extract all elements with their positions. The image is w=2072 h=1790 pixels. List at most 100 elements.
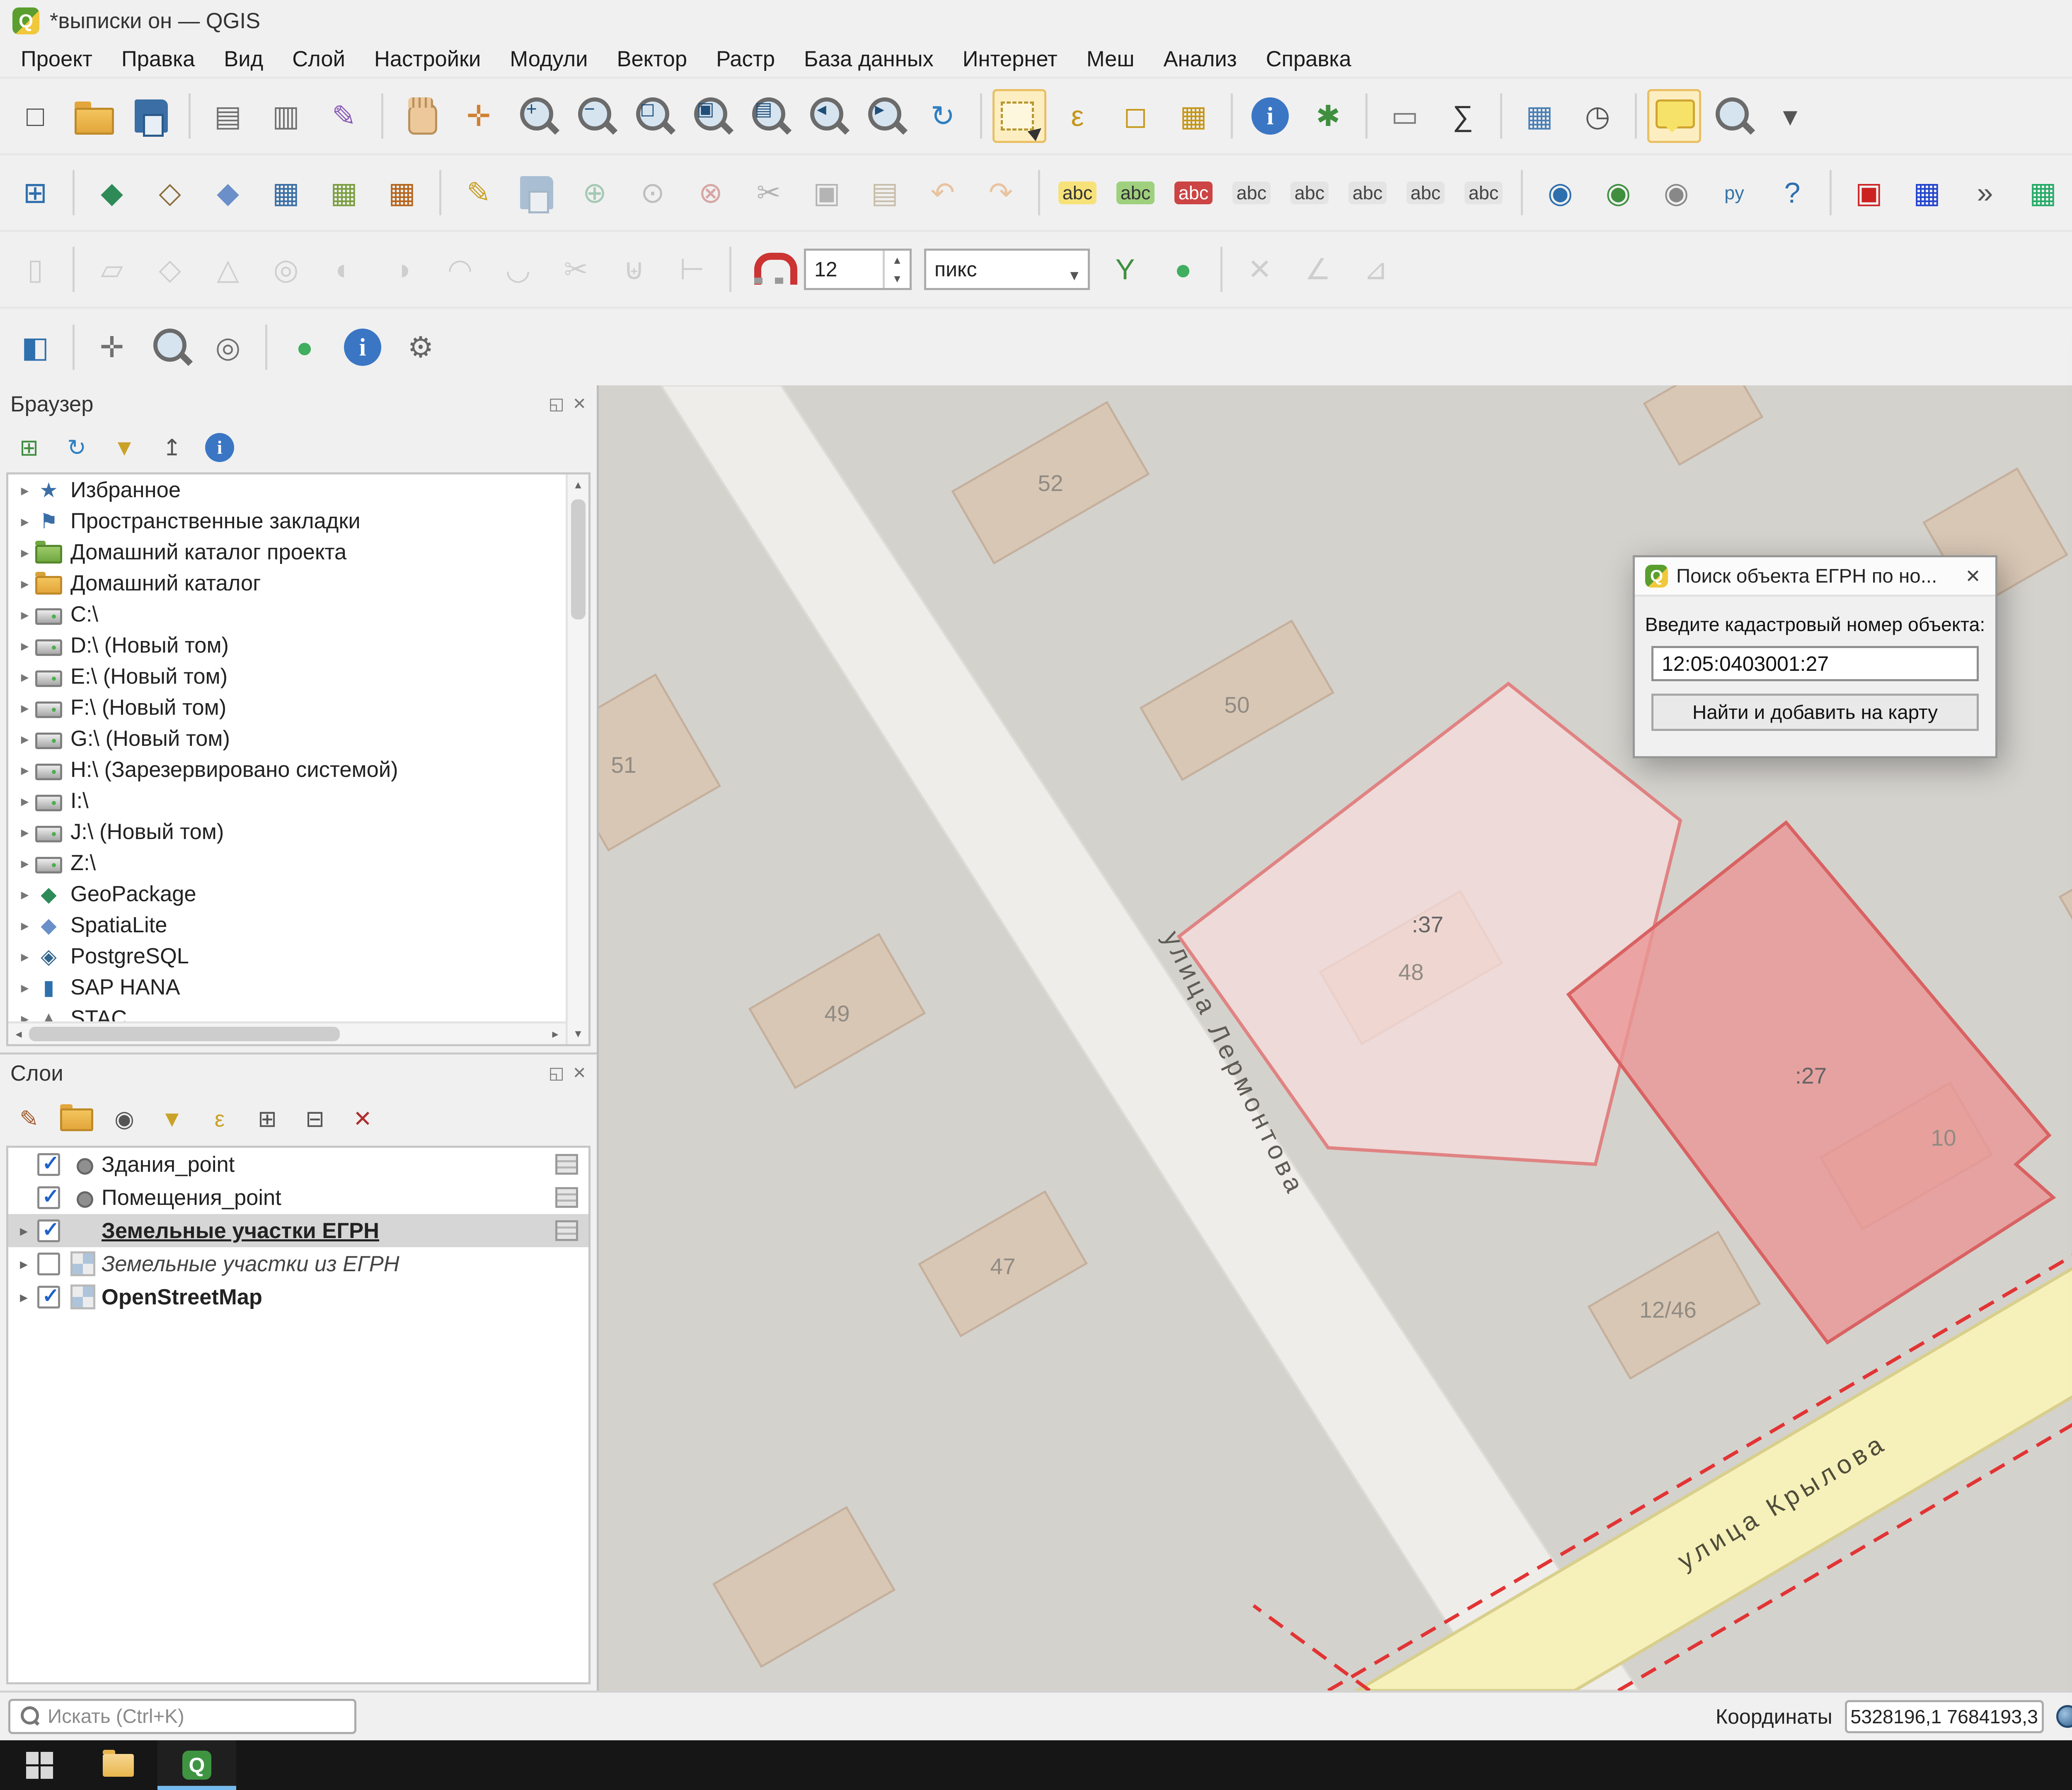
zoom-last-icon[interactable]: ◂	[800, 89, 854, 143]
expand-arrow-icon[interactable]: ▸	[15, 823, 35, 841]
dock-toggle-icon[interactable]: ▯	[8, 242, 62, 296]
dock-panels-icon[interactable]: ◧	[8, 320, 62, 374]
new-mesh-layer-icon[interactable]: ▦	[375, 166, 429, 220]
expand-arrow-icon[interactable]: ▸	[15, 730, 35, 748]
undo-icon[interactable]: ↶	[916, 166, 970, 220]
browser-item-spatial-bookmarks[interactable]: ▸ ⚑ Пространственные закладки	[8, 506, 588, 537]
browser-item-drive-h[interactable]: ▸ H:\ (Зарезервировано системой)	[8, 754, 588, 785]
expand-arrow-icon[interactable]: ▸	[15, 574, 35, 593]
add-part-icon[interactable]: ◐	[317, 242, 371, 296]
layout-manager-icon[interactable]: ▥	[259, 89, 313, 143]
menu-item[interactable]: Справка	[1251, 46, 1366, 72]
new-virtual-layer-icon[interactable]: ▦	[317, 166, 371, 220]
menu-item[interactable]: Модули	[495, 46, 602, 72]
menu-item[interactable]: Растр	[702, 46, 789, 72]
browser-item-drive-i[interactable]: ▸ I:\	[8, 785, 588, 816]
browser-close-icon[interactable]	[572, 394, 586, 414]
new-shapefile-layer-icon[interactable]: ◇	[143, 166, 197, 220]
measure-line-icon[interactable]: ▭	[1378, 89, 1432, 143]
file-explorer-taskbar-icon[interactable]	[79, 1740, 157, 1790]
new-print-layout-icon[interactable]: ▤	[201, 89, 255, 143]
layer-visibility-checkbox[interactable]	[37, 1253, 60, 1275]
menu-item[interactable]: Правка	[107, 46, 209, 72]
browser-item-geopackage[interactable]: ▸ ◆ GeoPackage	[8, 878, 588, 910]
open-layer-styling-icon[interactable]: ✎	[8, 1098, 50, 1139]
add-selected-layers-icon[interactable]: ⊞	[8, 427, 50, 468]
pan-to-feature-icon[interactable]: ✛	[85, 320, 139, 374]
expand-arrow-icon[interactable]: ▸	[15, 636, 35, 655]
digitize-blob-icon[interactable]: ●	[278, 320, 332, 374]
refresh-browser-icon[interactable]: ↻	[56, 427, 97, 468]
snapping-toggle-icon[interactable]	[742, 242, 796, 296]
add-feature-icon[interactable]: ⊕	[568, 166, 622, 220]
metasearch-icon[interactable]: ◉	[1533, 166, 1587, 220]
pan-to-selection-icon[interactable]: ✛	[452, 89, 506, 143]
browser-item-home[interactable]: ▸ Домашний каталог	[8, 568, 588, 599]
filter-legend-icon[interactable]: ▼	[151, 1098, 193, 1139]
layers-close-icon[interactable]	[572, 1064, 586, 1083]
highlight-pinned-labels-icon[interactable]: abc	[1283, 166, 1336, 220]
snapping-tolerance-spinbox[interactable]: 12	[804, 249, 912, 290]
menu-item[interactable]: База данных	[789, 46, 948, 72]
select-by-expression-icon[interactable]: ε	[1051, 89, 1104, 143]
rotate-feature-icon[interactable]: ◇	[143, 242, 197, 296]
toggle-editing-icon[interactable]: ✎	[452, 166, 506, 220]
save-layer-edits-icon[interactable]	[510, 166, 564, 220]
split-features-icon[interactable]: ✂	[549, 242, 603, 296]
layer-visibility-checkbox[interactable]	[37, 1219, 60, 1242]
layer-pomescheniya-point[interactable]: Помещения_point	[8, 1181, 588, 1214]
layer-visibility-checkbox[interactable]	[37, 1286, 60, 1309]
menu-item[interactable]: Анализ	[1149, 46, 1251, 72]
browser-item-favorites[interactable]: ▸ ★ Избранное	[8, 474, 588, 506]
save-project-icon[interactable]	[124, 89, 178, 143]
rotate-label-icon[interactable]: abc	[1399, 166, 1452, 220]
find-and-add-button[interactable]: Найти и добавить на карту	[1651, 694, 1979, 731]
expand-arrow-icon[interactable]: ▸	[15, 543, 35, 561]
expand-arrow-icon[interactable]: ▸	[15, 1222, 33, 1240]
vertex-tool-icon[interactable]: ⊙	[626, 166, 680, 220]
dialog-titlebar[interactable]: Поиск объекта ЕГРН по но...	[1635, 557, 1995, 597]
pin-labels-icon[interactable]: abc	[1225, 166, 1278, 220]
redo-icon[interactable]: ↷	[974, 166, 1028, 220]
expand-arrow-icon[interactable]: ▸	[15, 885, 35, 903]
fill-ring-icon[interactable]: ◑	[375, 242, 429, 296]
collapse-all-browser-icon[interactable]: ↥	[151, 427, 193, 468]
merge-features-icon[interactable]: ⊎	[607, 242, 661, 296]
browser-item-drive-d[interactable]: ▸ D:\ (Новый том)	[8, 630, 588, 661]
new-geopackage-layer-icon[interactable]: ◆	[85, 166, 139, 220]
locator-search[interactable]: Искать (Ctrl+K)	[8, 1699, 356, 1734]
browser-item-drive-j[interactable]: ▸ J:\ (Новый том)	[8, 816, 588, 847]
expand-arrow-icon[interactable]: ▸	[15, 916, 35, 934]
vector-grid-icon[interactable]: ▦	[2016, 166, 2070, 220]
expand-arrow-icon[interactable]: ▸	[15, 1255, 33, 1273]
new-spatialite-layer-icon[interactable]: ◆	[201, 166, 255, 220]
expand-arrow-icon[interactable]: ▸	[15, 761, 35, 779]
filter-by-expression-icon[interactable]: ε	[199, 1098, 240, 1139]
offset-curve-icon[interactable]: ◠	[433, 242, 487, 296]
expand-all-icon[interactable]: ⊞	[247, 1098, 288, 1139]
angle-constraint-icon[interactable]: ∠	[1291, 242, 1345, 296]
move-label-icon[interactable]: abc	[1341, 166, 1394, 220]
layer-diagram-icon[interactable]: abc	[1109, 166, 1162, 220]
web-globe-icon[interactable]: ◉	[1591, 166, 1645, 220]
toolbar1-overflow-icon[interactable]: ▾	[1763, 89, 1817, 143]
processing-grid-icon[interactable]: ▦	[1900, 166, 1954, 220]
browser-item-drive-g[interactable]: ▸ G:\ (Новый том)	[8, 723, 588, 754]
menu-item[interactable]: Слой	[278, 46, 360, 72]
dialog-close-icon[interactable]	[1961, 565, 1985, 587]
python-console-icon[interactable]: py	[1707, 166, 1761, 220]
zoom-next-icon[interactable]: ▸	[858, 89, 912, 143]
statistics-icon[interactable]: ∑	[1436, 89, 1490, 143]
browser-item-spatialite[interactable]: ▸ ◆ SpatiaLite	[8, 910, 588, 941]
menu-item[interactable]: Настройки	[360, 46, 495, 72]
expand-arrow-icon[interactable]: ▸	[15, 947, 35, 965]
delete-selected-icon[interactable]: ⊗	[684, 166, 738, 220]
label-circle-icon[interactable]: abc	[1167, 166, 1220, 220]
change-label-icon[interactable]: abc	[1457, 166, 1510, 220]
data-source-manager-icon[interactable]: ⊞	[8, 166, 62, 220]
nominatim-search-icon[interactable]	[1705, 89, 1759, 143]
layer-visibility-checkbox[interactable]	[37, 1153, 60, 1176]
select-by-form-icon[interactable]: ▦	[1167, 89, 1220, 143]
expand-arrow-icon[interactable]: ▸	[15, 978, 35, 997]
select-features-icon[interactable]	[992, 89, 1046, 143]
